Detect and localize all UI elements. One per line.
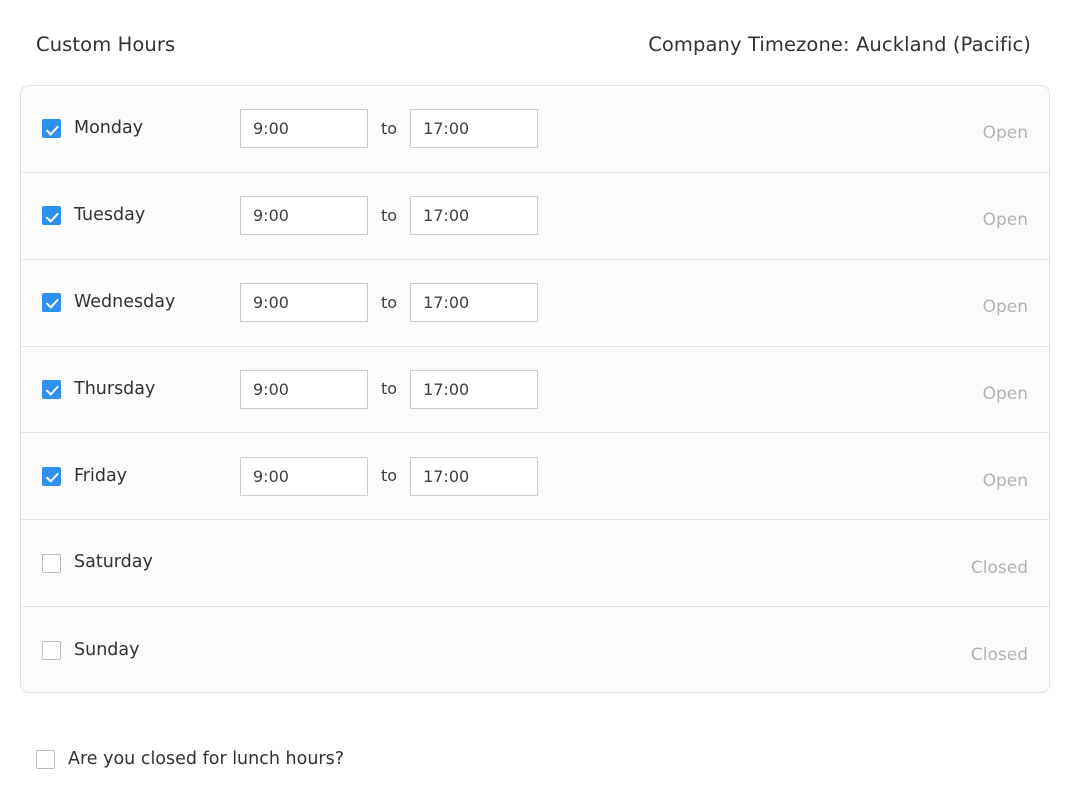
day-toggle-group[interactable]: Sunday [42, 639, 240, 660]
time-range-separator: to [381, 292, 398, 312]
day-status-label: Closed [970, 644, 1028, 665]
day-row: Saturday Closed [21, 520, 1049, 608]
day-label: Tuesday [74, 205, 146, 226]
day-label: Thursday [74, 378, 156, 399]
time-range-separator: to [381, 379, 398, 399]
day-enabled-checkbox[interactable] [42, 206, 61, 226]
lunch-hours-row[interactable]: Are you closed for lunch hours? [36, 750, 344, 769]
day-toggle-group[interactable]: Wednesday [42, 291, 240, 313]
time-range-group: to [240, 109, 539, 149]
company-timezone: Company Timezone: Auckland (Pacific) [648, 31, 1031, 55]
day-label: Wednesday [74, 291, 176, 312]
custom-hours-card: Monday to Open Tuesday to Open Wednesday to Open… [20, 85, 1050, 693]
day-row: Monday to Open [21, 86, 1049, 173]
page-title: Custom Hours [36, 32, 176, 56]
lunch-hours-label: Are you closed for lunch hours? [68, 748, 345, 769]
close-time-input[interactable] [410, 109, 539, 149]
day-row: Friday to Open [21, 433, 1049, 521]
close-time-input[interactable] [410, 456, 539, 496]
day-status-label: Open [982, 210, 1028, 231]
time-range-group: to [240, 196, 539, 236]
day-row: Wednesday to Open [21, 259, 1049, 347]
day-row: Thursday to Open [21, 346, 1049, 434]
open-time-input[interactable] [240, 456, 368, 496]
day-status-label: Open [982, 383, 1028, 404]
day-enabled-checkbox[interactable] [42, 640, 61, 660]
day-toggle-group[interactable]: Saturday [42, 552, 240, 573]
day-toggle-group[interactable]: Friday [42, 465, 240, 486]
day-enabled-checkbox[interactable] [42, 119, 61, 139]
timezone-value: Auckland (Pacific) [855, 32, 1031, 56]
day-enabled-checkbox[interactable] [42, 553, 61, 573]
day-toggle-group[interactable]: Tuesday [42, 205, 240, 226]
time-range-separator: to [381, 118, 398, 138]
day-label: Saturday [74, 552, 153, 573]
time-range-group: to [240, 283, 539, 323]
day-label: Friday [74, 465, 128, 486]
day-enabled-checkbox[interactable] [42, 466, 61, 486]
open-time-input[interactable] [240, 369, 368, 409]
day-status-label: Open [982, 470, 1028, 491]
lunch-hours-checkbox[interactable] [36, 750, 55, 769]
day-label: Sunday [74, 639, 140, 660]
day-enabled-checkbox[interactable] [42, 293, 61, 313]
page-header: Custom Hours Company Timezone: Auckland … [0, 0, 1072, 85]
open-time-input[interactable] [240, 196, 368, 236]
time-range-separator: to [381, 205, 398, 225]
day-row: Tuesday to Open [21, 172, 1049, 260]
time-range-group: to [240, 369, 539, 409]
open-time-input[interactable] [240, 109, 368, 149]
day-toggle-group[interactable]: Monday [42, 118, 240, 139]
day-toggle-group[interactable]: Thursday [42, 378, 240, 399]
close-time-input[interactable] [410, 369, 539, 409]
time-range-group: to [240, 456, 539, 496]
day-status-label: Closed [970, 557, 1028, 578]
day-status-label: Open [982, 123, 1028, 144]
day-row: Sunday Closed [21, 607, 1049, 692]
time-range-separator: to [381, 466, 398, 486]
open-time-input[interactable] [240, 283, 368, 323]
day-label: Monday [74, 118, 144, 139]
close-time-input[interactable] [410, 196, 539, 236]
day-enabled-checkbox[interactable] [42, 379, 61, 399]
close-time-input[interactable] [410, 283, 539, 323]
timezone-label: Company Timezone: [648, 32, 850, 56]
day-status-label: Open [982, 297, 1028, 318]
